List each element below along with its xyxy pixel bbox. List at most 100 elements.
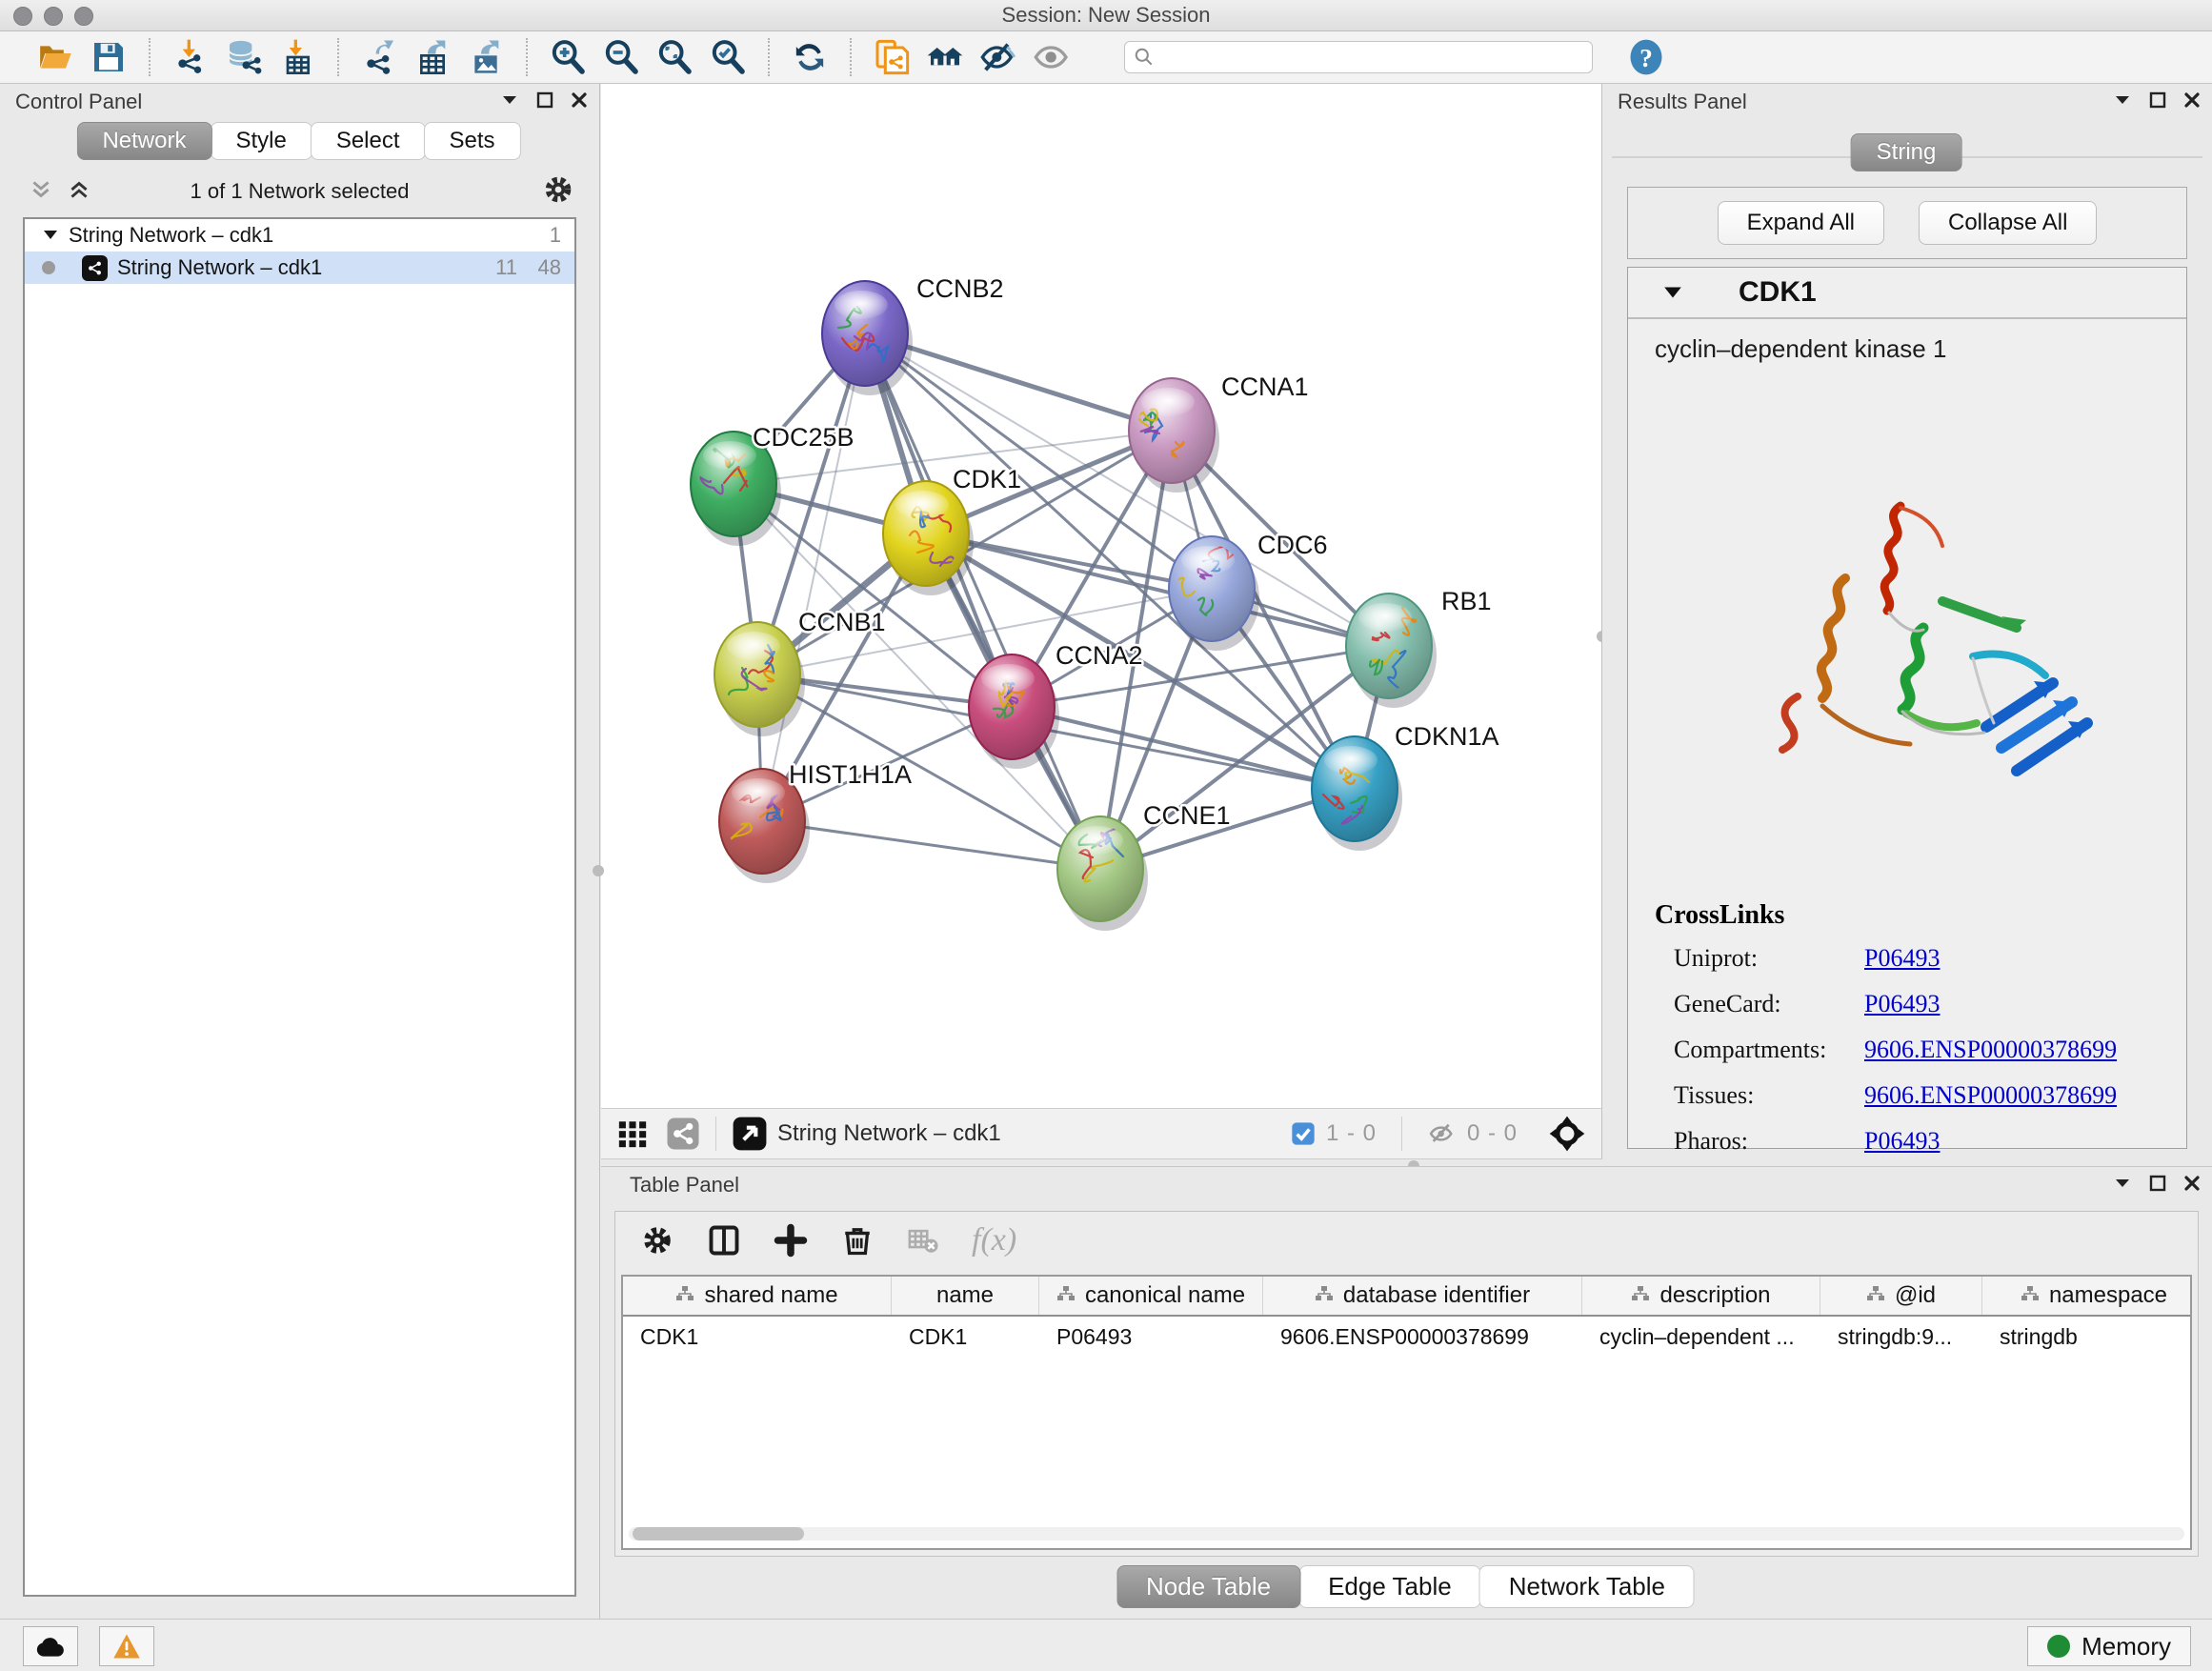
save-session-button[interactable]	[82, 35, 135, 79]
network-node-CCNB1[interactable]: CCNB1	[714, 608, 886, 736]
add-column-icon[interactable]	[774, 1223, 808, 1258]
open-folder-icon	[36, 38, 74, 76]
zoom-fit-button[interactable]	[648, 35, 701, 79]
memory-button[interactable]: Memory	[2027, 1626, 2191, 1666]
detach-view-button[interactable]	[732, 1116, 768, 1152]
network-canvas[interactable]: CCNB2CCNA1CDC25BCDK1CDC6RB1CCNB1CCNA2CDK…	[601, 84, 1602, 1108]
results-entry-header[interactable]: CDK1	[1628, 268, 2186, 319]
network-collection-row[interactable]: String Network – cdk1 1	[25, 219, 574, 252]
tab-network-table[interactable]: Network Table	[1479, 1565, 1695, 1608]
network-badge-button[interactable]	[666, 1117, 700, 1151]
network-graph[interactable]: CCNB2CCNA1CDC25BCDK1CDC6RB1CCNB1CCNA2CDK…	[601, 84, 1602, 1108]
table-row[interactable]: CDK1CDK1P064939606.ENSP00000378699cyclin…	[623, 1317, 2190, 1357]
column-header-database-identifier[interactable]: database identifier	[1263, 1277, 1582, 1315]
node-label-CCNA2: CCNA2	[1056, 641, 1143, 670]
show-columns-icon[interactable]	[707, 1223, 741, 1258]
disclosure-triangle-icon[interactable]	[42, 229, 59, 242]
first-neighbors-button[interactable]	[918, 35, 972, 79]
export-table-button[interactable]	[406, 35, 459, 79]
expand-all-button[interactable]: Expand All	[1718, 201, 1884, 245]
close-panel-icon[interactable]	[2183, 91, 2201, 109]
cloud-status-button[interactable]	[23, 1626, 78, 1666]
tab-string[interactable]: String	[1851, 133, 1962, 171]
column-header-name[interactable]: name	[892, 1277, 1039, 1315]
column-header-canonical-name[interactable]: canonical name	[1039, 1277, 1263, 1315]
crosslink-link[interactable]: 9606.ENSP00000378699	[1864, 1036, 2117, 1064]
network-node-CCNA2[interactable]: CCNA2	[969, 641, 1143, 769]
search-field-wrap	[1124, 41, 1593, 73]
entry-description: cyclin–dependent kinase 1	[1655, 334, 2186, 364]
table-horizontal-scrollbar[interactable]	[629, 1527, 2184, 1540]
float-panel-icon[interactable]	[2149, 91, 2166, 109]
panel-menu-icon[interactable]	[2113, 1177, 2132, 1190]
export-image-button[interactable]	[459, 35, 513, 79]
tab-select[interactable]: Select	[311, 122, 426, 160]
svg-text:?: ?	[1639, 43, 1653, 72]
hidden-eye-icon[interactable]	[1427, 1118, 1458, 1149]
network-options-gear-icon[interactable]	[542, 173, 574, 206]
tab-sets[interactable]: Sets	[424, 122, 521, 160]
network-node-CDC6[interactable]: CDC6	[1163, 531, 1328, 651]
warnings-button[interactable]	[99, 1626, 154, 1666]
show-all-button[interactable]	[1025, 35, 1078, 79]
delete-column-trash-icon[interactable]	[840, 1223, 875, 1258]
export-network-button[interactable]	[352, 35, 406, 79]
close-panel-icon[interactable]	[2183, 1175, 2201, 1192]
panel-menu-icon[interactable]	[500, 93, 519, 107]
tab-node-table[interactable]: Node Table	[1116, 1565, 1300, 1608]
float-panel-icon[interactable]	[2149, 1175, 2166, 1192]
refresh-view-button[interactable]	[783, 35, 836, 79]
network-node-CDC25B[interactable]: CDC25B	[691, 423, 855, 546]
search-input[interactable]	[1124, 41, 1593, 73]
column-header-namespace[interactable]: namespace	[1982, 1277, 2192, 1315]
network-node-RB1[interactable]: RB1	[1346, 587, 1492, 708]
zoom-in-button[interactable]	[541, 35, 594, 79]
memory-status-dot	[2047, 1635, 2070, 1658]
function-builder-label[interactable]: f(x)	[972, 1222, 1016, 1258]
left-splitter-handle[interactable]	[593, 865, 604, 876]
help-button[interactable]: ?	[1625, 36, 1667, 78]
entry-disclosure-icon[interactable]	[1662, 285, 1683, 300]
hide-selected-button[interactable]	[972, 35, 1025, 79]
grid-view-button[interactable]	[616, 1117, 649, 1150]
hidden-count: 0 - 0	[1467, 1120, 1518, 1147]
tab-edge-table[interactable]: Edge Table	[1298, 1565, 1481, 1608]
table-settings-gear-icon[interactable]	[640, 1223, 674, 1258]
zoom-selected-button[interactable]	[701, 35, 754, 79]
title-bar: Session: New Session	[0, 0, 2212, 31]
network-node-HIST1H1A[interactable]: HIST1H1A	[719, 760, 912, 883]
import-network-database-button[interactable]	[217, 35, 271, 79]
selected-checkbox-icon[interactable]	[1290, 1120, 1317, 1147]
crosslink-link[interactable]: P06493	[1864, 990, 1940, 1018]
zoom-out-button[interactable]	[594, 35, 648, 79]
scrollbar-thumb[interactable]	[633, 1527, 804, 1540]
help-icon: ?	[1625, 36, 1667, 78]
network-node-CDKN1A[interactable]: CDKN1A	[1312, 722, 1499, 851]
delete-table-icon[interactable]	[907, 1224, 939, 1257]
close-panel-icon[interactable]	[571, 91, 588, 109]
crosslink-link[interactable]: 9606.ENSP00000378699	[1864, 1081, 2117, 1110]
crosslink-link[interactable]: P06493	[1864, 944, 1940, 973]
column-header-description[interactable]: description	[1582, 1277, 1820, 1315]
clone-network-button[interactable]	[865, 35, 918, 79]
open-session-button[interactable]	[29, 35, 82, 79]
import-table-button[interactable]	[271, 35, 324, 79]
tab-style[interactable]: Style	[210, 122, 312, 160]
crosslink-link[interactable]: P06493	[1864, 1127, 1940, 1156]
houses-icon	[926, 38, 964, 76]
panel-menu-icon[interactable]	[2113, 93, 2132, 107]
network-row-selected[interactable]: String Network – cdk1 11 48	[25, 252, 574, 284]
collapse-all-button[interactable]: Collapse All	[1919, 201, 2097, 245]
birds-eye-button[interactable]	[1548, 1115, 1586, 1153]
tab-network[interactable]: Network	[76, 122, 211, 160]
toolbar-separator	[1401, 1117, 1402, 1151]
column-header-@id[interactable]: @id	[1820, 1277, 1982, 1315]
network-node-CCNE1[interactable]: CCNE1	[1057, 801, 1231, 931]
toolbar-separator	[768, 38, 770, 76]
selected-count: 1 - 0	[1326, 1120, 1377, 1147]
column-header-shared-name[interactable]: shared name	[623, 1277, 892, 1315]
import-network-file-button[interactable]	[164, 35, 217, 79]
network-edge-HIST1H1A-CCNE1[interactable]	[762, 821, 1100, 869]
network-collection-count: 1	[550, 223, 561, 248]
float-panel-icon[interactable]	[536, 91, 553, 109]
